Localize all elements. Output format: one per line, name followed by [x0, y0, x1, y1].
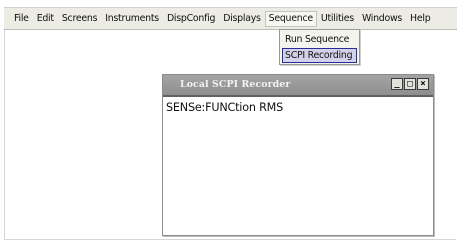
recorder-text-area[interactable]: SENSe:FUNCtion RMS — [163, 95, 433, 235]
scpi-command-line: SENSe:FUNCtion RMS — [166, 101, 284, 114]
close-button[interactable]: × — [417, 78, 429, 90]
sequence-dropdown: Run Sequence SCPI Recording — [279, 29, 360, 65]
menu-item-scpi-recording[interactable]: SCPI Recording — [282, 48, 357, 63]
menu-item-run-sequence[interactable]: Run Sequence — [282, 32, 357, 47]
menu-screens[interactable]: Screens — [58, 11, 101, 27]
menu-edit[interactable]: Edit — [33, 11, 58, 27]
menu-instruments[interactable]: Instruments — [101, 11, 163, 27]
menu-file[interactable]: File — [10, 11, 33, 27]
menu-displays[interactable]: Displays — [219, 11, 264, 27]
window-titlebar[interactable]: Local SCPI Recorder _ □ × — [163, 75, 433, 95]
window-title: Local SCPI Recorder — [180, 79, 291, 90]
menu-dispconfig[interactable]: DispConfig — [163, 11, 219, 27]
menu-bar: File Edit Screens Instruments DispConfig… — [4, 7, 457, 30]
scpi-recorder-window: Local SCPI Recorder _ □ × SENSe:FUNCtion… — [162, 74, 434, 236]
menu-utilities[interactable]: Utilities — [317, 11, 358, 27]
menu-windows[interactable]: Windows — [358, 11, 406, 27]
menu-help[interactable]: Help — [406, 11, 434, 27]
minimize-button[interactable]: _ — [391, 78, 403, 90]
menu-sequence[interactable]: Sequence — [264, 10, 317, 27]
maximize-button[interactable]: □ — [404, 78, 416, 90]
window-controls: _ □ × — [391, 78, 429, 90]
